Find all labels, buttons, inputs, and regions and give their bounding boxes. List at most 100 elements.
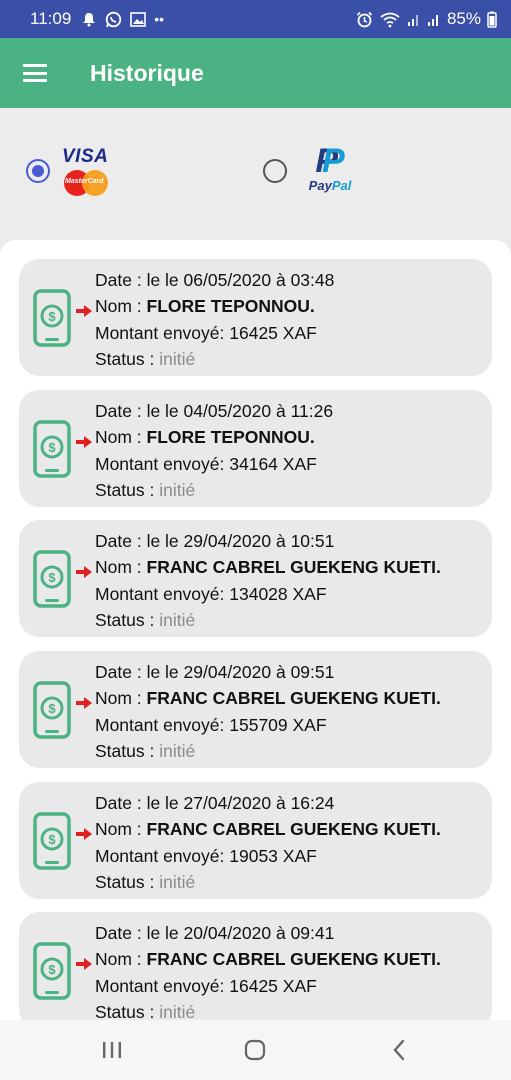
- svg-text:$: $: [48, 962, 56, 977]
- whatsapp-icon: [106, 11, 122, 27]
- transaction-history-list[interactable]: $ Date : le le 06/05/2020 à 03:48 Nom : …: [0, 240, 511, 1020]
- payment-method-selector: VISA MasterCard PP PayPal: [0, 108, 511, 240]
- red-arrow-icon: [76, 828, 92, 840]
- transaction-status: initié: [159, 609, 196, 630]
- svg-text:$: $: [48, 309, 56, 324]
- mastercard-icon: MasterCard: [62, 170, 110, 196]
- name-label: Nom :: [95, 427, 147, 448]
- amount-label: Montant envoyé:: [95, 714, 230, 735]
- paypal-text-pay: Pay: [308, 178, 332, 193]
- visa-mastercard-logo: VISA MasterCard: [62, 146, 114, 196]
- signal-icon: [427, 15, 438, 26]
- mobile-money-phone-icon: $: [33, 942, 71, 1000]
- red-arrow-icon: [76, 697, 92, 709]
- name-label: Nom :: [95, 819, 147, 840]
- svg-text:$: $: [48, 440, 56, 455]
- svg-text:$: $: [48, 832, 56, 847]
- transaction-card[interactable]: $ Date : le le 29/04/2020 à 10:51 Nom : …: [19, 520, 492, 637]
- paypal-p-icon: PP: [315, 142, 345, 180]
- date-label: Date :: [95, 401, 147, 421]
- transaction-status: initié: [159, 1001, 196, 1020]
- status-bar: 11:09 •• 85%: [0, 0, 511, 38]
- transaction-amount: 134028 XAF: [229, 583, 327, 604]
- name-label: Nom :: [95, 296, 147, 317]
- gallery-icon: [130, 11, 147, 27]
- transaction-card[interactable]: $ Date : le le 04/05/2020 à 11:26 Nom : …: [19, 390, 492, 507]
- transaction-date: le le 20/04/2020 à 09:41: [146, 923, 335, 943]
- recipient-name: FLORE TEPONNOU.: [146, 296, 315, 317]
- red-arrow-icon: [76, 958, 92, 970]
- transaction-amount: 16425 XAF: [229, 975, 317, 996]
- mobile-money-phone-icon: $: [33, 289, 71, 347]
- alarm-icon: [356, 11, 373, 27]
- recipient-name: FRANC CABREL GUEKENG KUETI.: [146, 819, 441, 840]
- transaction-amount: 155709 XAF: [229, 714, 327, 735]
- transaction-status: initié: [159, 871, 196, 892]
- svg-text:$: $: [48, 570, 56, 585]
- red-arrow-icon: [76, 566, 92, 578]
- status-label: Status :: [95, 1001, 160, 1020]
- battery-icon: [487, 11, 497, 28]
- recipient-name: FLORE TEPONNOU.: [146, 427, 315, 448]
- visa-logo-text: VISA: [62, 146, 109, 167]
- transaction-amount: 19053 XAF: [229, 845, 317, 866]
- app-bar: Historique: [0, 38, 511, 108]
- page-title: Historique: [90, 59, 204, 86]
- red-arrow-icon: [76, 305, 92, 317]
- status-label: Status :: [95, 479, 160, 500]
- status-label: Status :: [95, 740, 160, 761]
- recipient-name: FRANC CABREL GUEKENG KUETI.: [146, 949, 441, 970]
- transaction-status: initié: [159, 740, 196, 761]
- amount-label: Montant envoyé:: [95, 453, 230, 474]
- mobile-money-phone-icon: $: [33, 812, 71, 870]
- red-arrow-icon: [76, 436, 92, 448]
- name-label: Nom :: [95, 688, 147, 709]
- status-label: Status :: [95, 348, 160, 369]
- mastercard-logo-text: MasterCard: [65, 178, 104, 185]
- transaction-card[interactable]: $ Date : le le 27/04/2020 à 16:24 Nom : …: [19, 782, 492, 899]
- transaction-date: le le 29/04/2020 à 10:51: [146, 531, 335, 551]
- transaction-date: le le 27/04/2020 à 16:24: [146, 793, 335, 813]
- amount-label: Montant envoyé:: [95, 845, 230, 866]
- battery-percent: 85%: [446, 9, 481, 28]
- transaction-date: le le 06/05/2020 à 03:48: [146, 270, 335, 290]
- name-label: Nom :: [95, 557, 147, 578]
- mobile-money-phone-icon: $: [33, 681, 71, 739]
- date-label: Date :: [95, 923, 147, 943]
- signal-icon: [407, 15, 418, 26]
- transaction-amount: 34164 XAF: [229, 453, 317, 474]
- transaction-date: le le 04/05/2020 à 11:26: [146, 401, 334, 421]
- transaction-card[interactable]: $ Date : le le 20/04/2020 à 09:41 Nom : …: [19, 912, 492, 1020]
- recipient-name: FRANC CABREL GUEKENG KUETI.: [146, 557, 441, 578]
- mobile-money-phone-icon: $: [33, 550, 71, 608]
- amount-label: Montant envoyé:: [95, 322, 230, 343]
- paypal-text-pal: Pal: [331, 178, 352, 193]
- date-label: Date :: [95, 793, 147, 813]
- recipient-name: FRANC CABREL GUEKENG KUETI.: [146, 688, 441, 709]
- transaction-date: le le 29/04/2020 à 09:51: [146, 662, 335, 682]
- status-right-icons: 85%: [356, 9, 497, 29]
- radio-paypal[interactable]: [263, 159, 287, 183]
- hamburger-menu-icon[interactable]: [23, 64, 47, 82]
- more-dots-icon: ••: [154, 11, 165, 27]
- date-label: Date :: [95, 531, 147, 551]
- radio-visa[interactable]: [26, 159, 50, 183]
- transaction-status: initié: [159, 479, 196, 500]
- mobile-money-phone-icon: $: [33, 420, 71, 478]
- amount-label: Montant envoyé:: [95, 975, 230, 996]
- wifi-icon: [380, 12, 400, 27]
- amount-label: Montant envoyé:: [95, 583, 230, 604]
- status-time: 11:09: [30, 9, 72, 28]
- transaction-card[interactable]: $ Date : le le 29/04/2020 à 09:51 Nom : …: [19, 651, 492, 768]
- date-label: Date :: [95, 270, 147, 290]
- status-label: Status :: [95, 871, 160, 892]
- home-icon[interactable]: [235, 1030, 275, 1070]
- back-icon[interactable]: [379, 1030, 419, 1070]
- name-label: Nom :: [95, 949, 147, 970]
- system-nav-bar: [0, 1020, 511, 1080]
- recent-apps-icon[interactable]: [92, 1030, 132, 1070]
- notification-icon: [83, 13, 96, 27]
- transaction-card[interactable]: $ Date : le le 06/05/2020 à 03:48 Nom : …: [19, 259, 492, 376]
- svg-text:$: $: [48, 701, 56, 716]
- status-label: Status :: [95, 609, 160, 630]
